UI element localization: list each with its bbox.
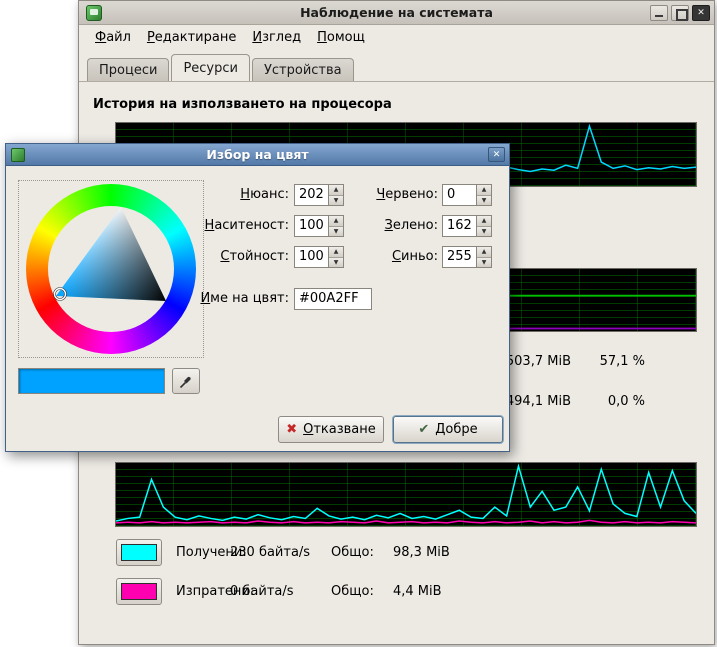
spin-up-icon[interactable]: ▲ (477, 247, 491, 258)
received-color-swatch (121, 544, 157, 561)
color-picker-dialog: Избор на цвят ✕ (5, 143, 510, 452)
received-total-label: Общо: (331, 545, 374, 560)
network-history-chart (115, 462, 697, 527)
hue-value[interactable]: 202 (295, 185, 328, 205)
eyedropper-button[interactable] (172, 368, 200, 394)
color-preview (18, 368, 165, 394)
eyedropper-icon (178, 373, 194, 389)
ok-check-icon: ✔ (418, 422, 429, 437)
minimize-button[interactable] (650, 5, 668, 21)
dialog-title: Избор на цвят (6, 144, 509, 166)
blue-label: Синьо: (336, 249, 438, 264)
tab-bar: Процеси Ресурси Устройства (79, 54, 714, 81)
received-total: 98,3 MiB (393, 545, 450, 560)
menu-help[interactable]: Помощ (309, 28, 373, 50)
color-name-label: Име на цвят: (156, 291, 289, 306)
main-titlebar[interactable]: Наблюдение на системата ✕ (79, 1, 714, 25)
maximize-button[interactable] (671, 5, 689, 21)
cpu-history-title: История на използването на процесора (93, 97, 392, 112)
blue-spinbox[interactable]: 255 ▲▼ (442, 246, 492, 268)
red-value[interactable]: 0 (443, 185, 476, 205)
sent-total: 4,4 MiB (393, 584, 442, 599)
close-button[interactable]: ✕ (692, 5, 710, 21)
value-label: Стойност: (156, 249, 289, 264)
menubar: Файл Редактиране Изглед Помощ (81, 28, 373, 50)
received-color-button[interactable] (116, 539, 162, 566)
cancel-x-icon: ✖ (286, 422, 297, 437)
red-label: Червено: (336, 187, 438, 202)
green-value[interactable]: 162 (443, 216, 476, 236)
color-wheel[interactable] (18, 180, 204, 358)
menu-view[interactable]: Изглед (244, 28, 309, 50)
spin-down-icon[interactable]: ▼ (477, 227, 491, 237)
spin-up-icon[interactable]: ▲ (477, 216, 491, 227)
spin-up-icon[interactable]: ▲ (477, 185, 491, 196)
received-rate: 230 байта/s (230, 545, 310, 560)
color-name-input[interactable]: #00A2FF (294, 288, 372, 310)
blue-value[interactable]: 255 (443, 247, 476, 267)
screen: Наблюдение на системата ✕ Файл Редактира… (0, 0, 717, 647)
cancel-button-label: Отказване (303, 422, 376, 437)
dialog-close-button[interactable]: ✕ (488, 147, 505, 162)
tab-processes[interactable]: Процеси (87, 58, 169, 81)
tab-resources[interactable]: Ресурси (171, 54, 250, 81)
sent-rate: 0 байта/s (230, 584, 294, 599)
hsv-triangle[interactable] (26, 184, 196, 354)
notebook-border (79, 81, 714, 82)
ok-button[interactable]: ✔ Добре (393, 416, 503, 443)
sent-color-button[interactable] (116, 578, 162, 605)
hue-ring[interactable] (26, 184, 196, 354)
menu-edit[interactable]: Редактиране (139, 28, 244, 50)
memory-percent: 57,1 % (599, 354, 645, 369)
sent-color-swatch (121, 583, 157, 600)
swap-percent: 0,0 % (599, 394, 645, 409)
saturation-label: Наситеност: (156, 218, 289, 233)
menu-file[interactable]: Файл (87, 28, 139, 50)
hue-label: Нюанс: (156, 187, 289, 202)
value-value[interactable]: 100 (295, 247, 328, 267)
main-window-title: Наблюдение на системата (79, 1, 714, 25)
green-spinbox[interactable]: 162 ▲▼ (442, 215, 492, 237)
sent-total-label: Общо: (331, 584, 374, 599)
ok-button-label: Добре (435, 422, 477, 437)
red-spinbox[interactable]: 0 ▲▼ (442, 184, 492, 206)
tab-devices[interactable]: Устройства (252, 58, 354, 81)
dialog-titlebar[interactable]: Избор на цвят ✕ (6, 144, 509, 166)
spin-down-icon[interactable]: ▼ (477, 258, 491, 268)
cancel-button[interactable]: ✖ Отказване (278, 416, 384, 443)
spin-down-icon[interactable]: ▼ (477, 196, 491, 206)
saturation-value[interactable]: 100 (295, 216, 328, 236)
green-label: Зелено: (336, 218, 438, 233)
